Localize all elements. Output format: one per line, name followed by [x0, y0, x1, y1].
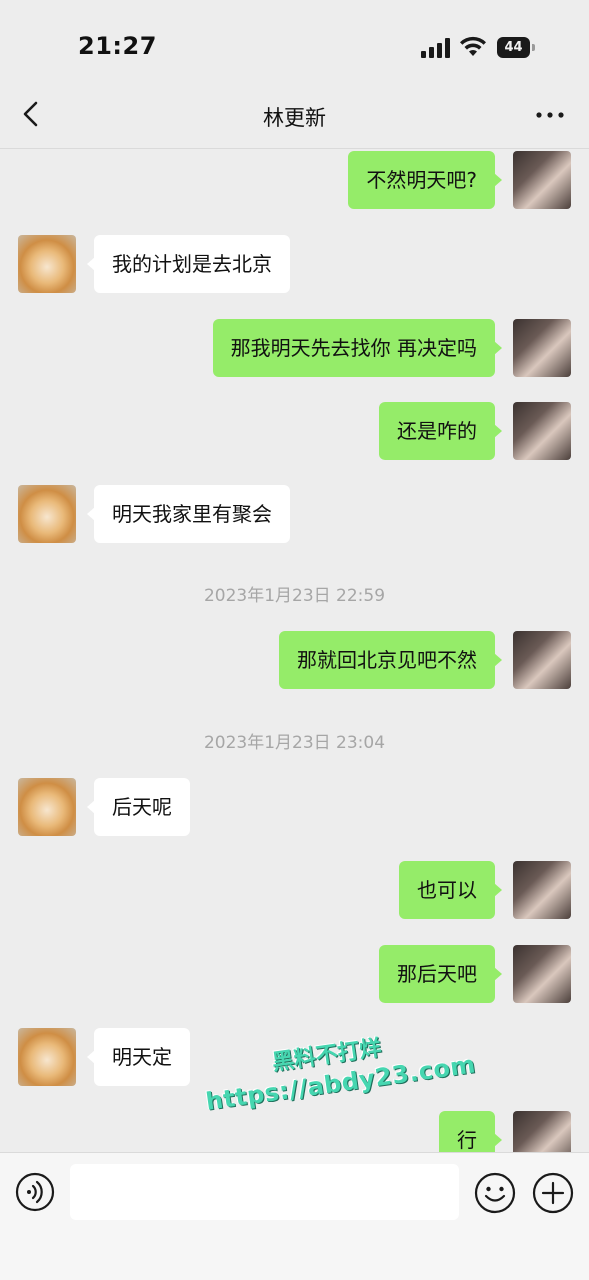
contact-avatar[interactable]	[18, 1028, 76, 1086]
signal-icon	[421, 38, 450, 58]
chat-title: 林更新	[263, 106, 326, 130]
emoji-icon[interactable]	[474, 1172, 516, 1214]
battery-level: 44	[497, 37, 530, 58]
plus-icon[interactable]	[532, 1172, 574, 1214]
chat-timestamp: 2023年1月23日 23:04	[203, 733, 386, 753]
contact-avatar[interactable]	[18, 235, 76, 293]
input-bar	[0, 1152, 589, 1280]
contact-message-bubble[interactable]: 我的计划是去北京	[87, 235, 290, 293]
status-time: 21:27	[78, 32, 157, 60]
my-message-bubble[interactable]: 也可以	[399, 861, 502, 919]
my-avatar[interactable]	[513, 1111, 571, 1152]
chat-timestamp: 2023年1月23日 22:59	[203, 586, 386, 606]
my-avatar[interactable]	[513, 319, 571, 377]
my-avatar[interactable]	[513, 151, 571, 209]
more-icon[interactable]	[535, 100, 565, 130]
contact-avatar[interactable]	[18, 778, 76, 836]
my-message-bubble[interactable]: 那后天吧	[379, 945, 502, 1003]
contact-avatar[interactable]	[18, 485, 76, 543]
contact-message-bubble[interactable]: 后天呢	[87, 778, 190, 836]
voice-icon[interactable]	[15, 1172, 55, 1212]
wifi-icon	[460, 36, 486, 56]
my-message-bubble[interactable]: 那我明天先去找你 再决定吗	[212, 319, 503, 377]
chat-screen: 21:27 44 林更新 不然明天吧? 我的计划是去北京 那我明天先去找你 再决…	[0, 0, 589, 1280]
nav-bar: 林更新	[0, 90, 589, 149]
my-message-bubble[interactable]: 不然明天吧?	[348, 151, 502, 209]
my-avatar[interactable]	[513, 861, 571, 919]
my-avatar[interactable]	[513, 402, 571, 460]
contact-message-bubble[interactable]: 明天我家里有聚会	[87, 485, 290, 543]
contact-message-bubble[interactable]: 明天定	[87, 1028, 190, 1086]
my-message-bubble[interactable]: 那就回北京见吧不然	[279, 631, 502, 689]
message-input[interactable]	[70, 1164, 459, 1220]
status-bar: 21:27 44	[0, 0, 589, 90]
battery-icon: 44	[497, 37, 535, 58]
my-avatar[interactable]	[513, 945, 571, 1003]
my-avatar[interactable]	[513, 631, 571, 689]
message-list[interactable]: 不然明天吧? 我的计划是去北京 那我明天先去找你 再决定吗 还是咋的 明天我家里…	[0, 149, 589, 1152]
my-message-bubble[interactable]: 行	[439, 1111, 502, 1152]
my-message-bubble[interactable]: 还是咋的	[379, 402, 502, 460]
